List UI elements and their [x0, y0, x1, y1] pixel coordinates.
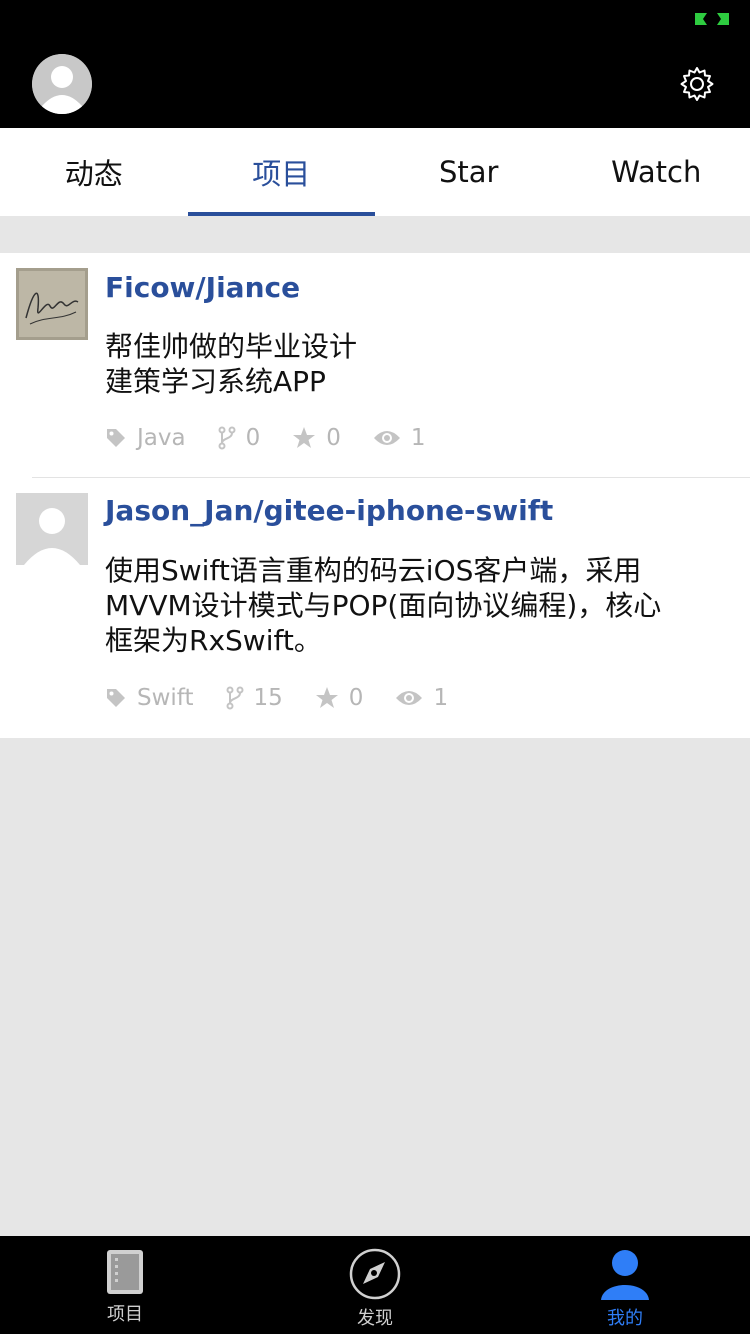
desc-line: 框架为RxSwift。	[105, 624, 322, 657]
tabbar-label: 我的	[607, 1308, 643, 1329]
tag-icon	[107, 429, 125, 447]
tabbar-label: 发现	[357, 1308, 393, 1329]
signature-image	[16, 268, 88, 340]
eye-icon	[396, 691, 423, 705]
repo-book-icon	[107, 1250, 143, 1294]
star-icon	[315, 687, 338, 708]
repo-owner-avatar	[16, 493, 88, 565]
repo-owner-avatar	[16, 268, 88, 340]
repo-meta: Java 0 0 1	[105, 423, 426, 453]
list-item[interactable]: Jason_Jan/gitee-iphone-swift 使用Swift语言重构…	[0, 477, 750, 738]
tab-projects[interactable]: 项目	[187, 128, 376, 216]
star-count: 0	[326, 425, 341, 451]
watch-count: 1	[410, 425, 426, 451]
user-avatar[interactable]	[32, 54, 92, 114]
tag-icon	[107, 689, 125, 707]
bottom-tab-bar: 项目 发现 我的	[0, 1236, 750, 1334]
avatar-placeholder-icon	[16, 493, 88, 565]
tabbar-item-me[interactable]: 我的	[500, 1236, 750, 1334]
list-item[interactable]: Ficow/Jiance 帮佳帅做的毕业设计 建策学习系统APP Java 0 …	[0, 253, 750, 478]
tabbar-item-projects[interactable]: 项目	[0, 1236, 250, 1334]
fork-icon	[226, 686, 244, 710]
repo-description: 帮佳帅做的毕业设计 建策学习系统APP	[105, 329, 725, 399]
desc-line: 帮佳帅做的毕业设计	[105, 330, 358, 363]
star-icon	[293, 427, 316, 448]
header	[0, 40, 750, 128]
fork-icon	[218, 426, 236, 450]
desc-line: 建策学习系统APP	[105, 365, 326, 398]
desc-line: 使用Swift语言重构的码云iOS客户端，采用	[105, 554, 642, 587]
avatar-placeholder-icon	[32, 54, 92, 114]
star-count: 0	[348, 685, 364, 711]
repo-name[interactable]: Ficow/Jiance	[105, 271, 300, 304]
fork-count: 0	[245, 425, 261, 451]
status-indicator-icon	[695, 13, 729, 25]
repo-meta: Swift 15 0 1	[105, 683, 448, 713]
eye-icon	[373, 431, 400, 445]
language-label: Swift	[137, 685, 194, 711]
tab-activity[interactable]: 动态	[0, 128, 188, 216]
watch-count: 1	[433, 685, 449, 711]
gear-icon[interactable]	[679, 66, 715, 102]
repo-list: Ficow/Jiance 帮佳帅做的毕业设计 建策学习系统APP Java 0 …	[0, 253, 750, 738]
tabbar-item-discover[interactable]: 发现	[250, 1236, 500, 1334]
tab-watch[interactable]: Watch	[563, 128, 750, 216]
status-bar	[0, 0, 750, 40]
desc-line: MVVM设计模式与POP(面向协议编程)，核心	[105, 589, 662, 622]
segment-tabs: 动态 项目 Star Watch	[0, 128, 750, 216]
fork-count: 15	[253, 685, 283, 711]
person-icon	[601, 1250, 649, 1300]
tab-star[interactable]: Star	[375, 128, 563, 216]
tabbar-label: 项目	[107, 1304, 143, 1325]
repo-name[interactable]: Jason_Jan/gitee-iphone-swift	[105, 494, 553, 527]
compass-icon	[349, 1248, 401, 1300]
repo-description: 使用Swift语言重构的码云iOS客户端，采用 MVVM设计模式与POP(面向协…	[105, 553, 725, 658]
language-label: Java	[137, 425, 186, 451]
